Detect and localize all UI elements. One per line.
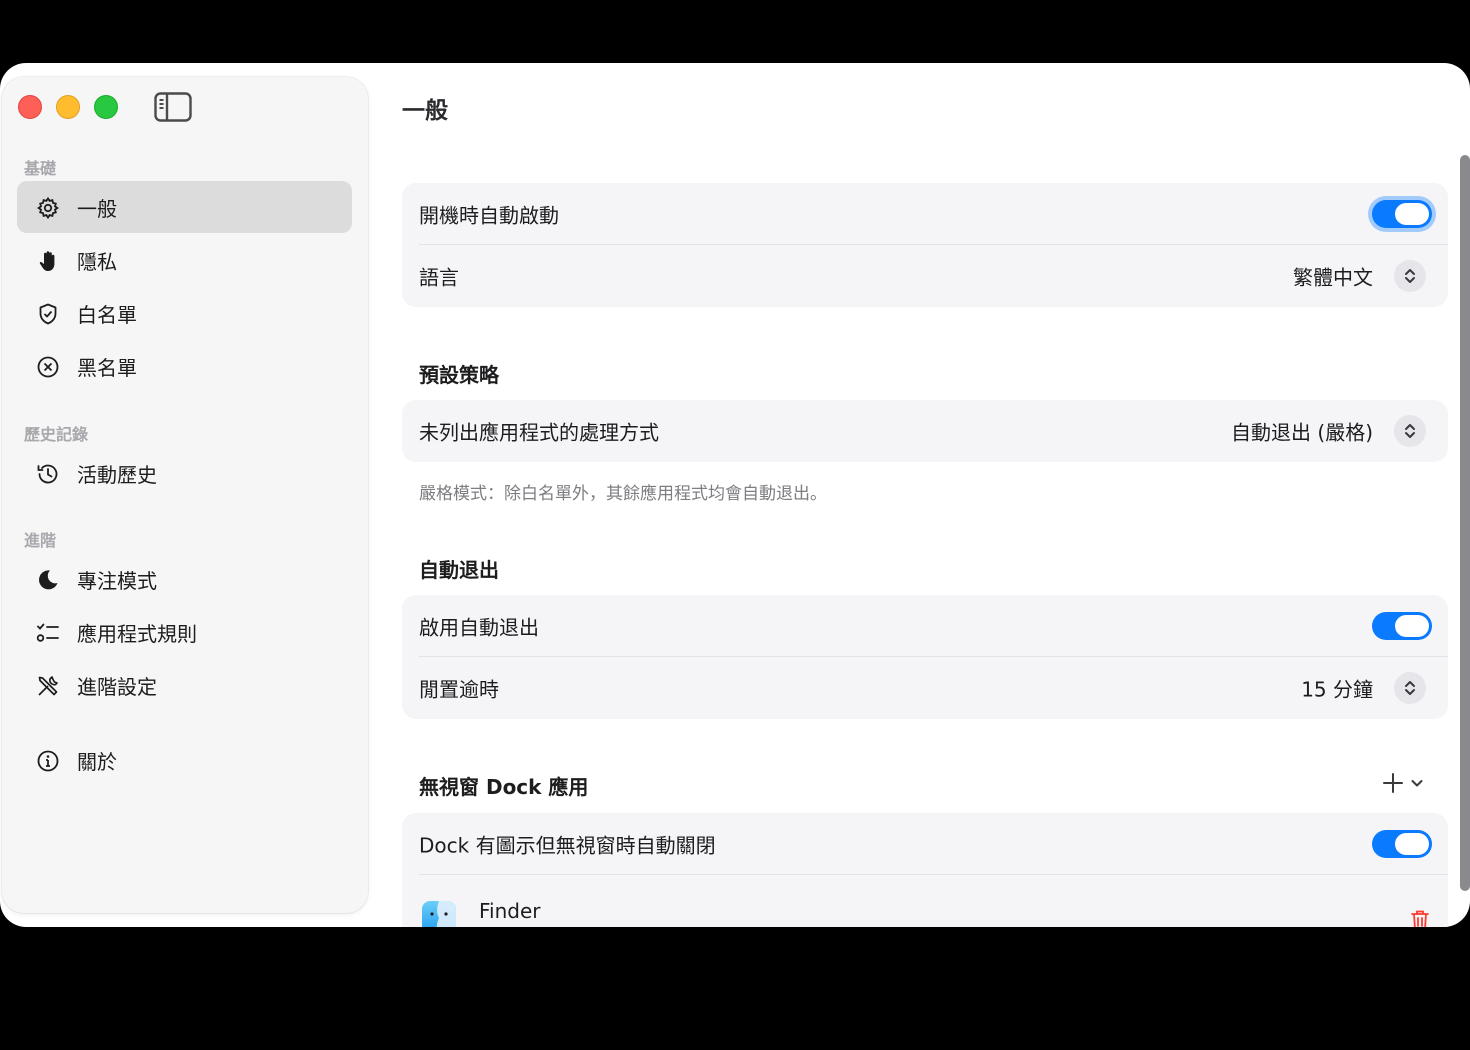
default-policy-card: 未列出應用程式的處理方式 自動退出 (嚴格) bbox=[402, 400, 1448, 462]
scrollbar[interactable] bbox=[1460, 155, 1470, 891]
page-title: 一般 bbox=[402, 98, 448, 124]
gear-icon bbox=[35, 195, 61, 221]
app-name-finder: Finder bbox=[479, 899, 541, 923]
chevron-up-down-icon bbox=[1405, 269, 1415, 283]
trash-icon[interactable] bbox=[1410, 909, 1430, 927]
enable-auto-quit-row: 啟用自動退出 bbox=[402, 595, 1448, 657]
sidebar-item-label: 一般 bbox=[77, 196, 117, 221]
launch-at-login-row: 開機時自動啟動 bbox=[402, 183, 1448, 245]
chevron-up-down-icon bbox=[1405, 681, 1415, 695]
auto-quit-card: 啟用自動退出 閒置逾時 15 分鐘 bbox=[402, 595, 1448, 719]
language-label: 語言 bbox=[419, 265, 459, 290]
sidebar-toggle-icon[interactable] bbox=[154, 92, 192, 122]
sidebar-item-label: 應用程式規則 bbox=[77, 621, 197, 646]
idle-timeout-popup-button[interactable] bbox=[1394, 672, 1426, 704]
language-popup-button[interactable] bbox=[1394, 260, 1426, 292]
language-value[interactable]: 繁體中文 bbox=[1293, 262, 1373, 291]
section-label-advanced: 進階 bbox=[24, 531, 57, 550]
info-circle-icon bbox=[35, 748, 61, 774]
section-label-basics: 基礎 bbox=[24, 159, 57, 178]
dock-auto-close-label: Dock 有圖示但無視窗時自動關閉 bbox=[419, 833, 716, 858]
sidebar-item-label: 進階設定 bbox=[77, 674, 157, 699]
idle-timeout-label: 閒置逾時 bbox=[419, 677, 499, 702]
sidebar-item-label: 關於 bbox=[77, 749, 117, 774]
close-window-button[interactable] bbox=[18, 95, 42, 119]
dock-auto-close-row: Dock 有圖示但無視窗時自動關閉 bbox=[402, 813, 1448, 875]
clock-history-icon bbox=[35, 461, 61, 487]
enable-auto-quit-toggle[interactable] bbox=[1372, 612, 1432, 640]
plus-icon bbox=[1383, 773, 1403, 793]
minimize-window-button[interactable] bbox=[56, 95, 80, 119]
sidebar-item-blacklist[interactable]: 黑名單 bbox=[17, 340, 352, 392]
shield-check-icon bbox=[35, 301, 61, 327]
unlisted-apps-row: 未列出應用程式的處理方式 自動退出 (嚴格) bbox=[402, 400, 1448, 462]
sidebar-item-label: 白名單 bbox=[77, 302, 137, 327]
launch-at-login-toggle[interactable] bbox=[1372, 200, 1432, 228]
sidebar-item-app-rules[interactable]: 應用程式規則 bbox=[17, 606, 352, 658]
sidebar-item-label: 隱私 bbox=[77, 249, 117, 274]
launch-at-login-label: 開機時自動啟動 bbox=[419, 203, 559, 228]
sidebar-item-whitelist[interactable]: 白名單 bbox=[17, 287, 352, 339]
sidebar: 基礎 一般 隱私 白名單 黑名單 歷史記錄 活動歷史 進階 專注模式 應用程式規… bbox=[2, 77, 368, 913]
sidebar-item-privacy[interactable]: 隱私 bbox=[17, 234, 352, 286]
idle-timeout-value[interactable]: 15 分鐘 bbox=[1301, 674, 1373, 703]
add-app-menu-button[interactable] bbox=[1382, 769, 1428, 797]
zoom-window-button[interactable] bbox=[94, 95, 118, 119]
sidebar-item-activity-history[interactable]: 活動歷史 bbox=[17, 447, 352, 499]
auto-quit-heading: 自動退出 bbox=[419, 558, 499, 582]
language-row: 語言 繁體中文 bbox=[402, 245, 1448, 307]
hand-icon bbox=[35, 248, 61, 274]
unlisted-apps-popup-button[interactable] bbox=[1394, 415, 1426, 447]
divider bbox=[419, 874, 1448, 875]
moon-icon bbox=[35, 567, 61, 593]
unlisted-apps-label: 未列出應用程式的處理方式 bbox=[419, 420, 659, 445]
section-label-history: 歷史記錄 bbox=[24, 425, 89, 444]
general-card: 開機時自動啟動 語言 繁體中文 bbox=[402, 183, 1448, 307]
finder-icon bbox=[422, 901, 456, 927]
windowless-dock-heading: 無視窗 Dock 應用 bbox=[419, 775, 589, 799]
sidebar-item-label: 黑名單 bbox=[77, 355, 137, 380]
strict-mode-footnote: 嚴格模式：除白名單外，其餘應用程式均會自動退出。 bbox=[419, 484, 827, 504]
enable-auto-quit-label: 啟用自動退出 bbox=[419, 615, 539, 640]
sidebar-item-about[interactable]: 關於 bbox=[17, 734, 352, 786]
sidebar-item-focus-mode[interactable]: 專注模式 bbox=[17, 553, 352, 605]
sidebar-item-label: 活動歷史 bbox=[77, 462, 157, 487]
dock-auto-close-toggle[interactable] bbox=[1372, 830, 1432, 858]
settings-window: 基礎 一般 隱私 白名單 黑名單 歷史記錄 活動歷史 進階 專注模式 應用程式規… bbox=[0, 63, 1470, 927]
idle-timeout-row: 閒置逾時 15 分鐘 bbox=[402, 657, 1448, 719]
windowless-dock-card: Dock 有圖示但無視窗時自動關閉 bbox=[402, 813, 1448, 927]
tools-icon bbox=[35, 673, 61, 699]
sidebar-item-label: 專注模式 bbox=[77, 568, 157, 593]
chevron-down-icon bbox=[1411, 780, 1423, 787]
checklist-icon bbox=[35, 620, 61, 646]
default-policy-heading: 預設策略 bbox=[419, 363, 499, 387]
sidebar-item-general[interactable]: 一般 bbox=[17, 181, 352, 233]
sidebar-item-advanced-settings[interactable]: 進階設定 bbox=[17, 659, 352, 711]
unlisted-apps-value[interactable]: 自動退出 (嚴格) bbox=[1231, 417, 1373, 446]
chevron-up-down-icon bbox=[1405, 424, 1415, 438]
xmark-circle-icon bbox=[35, 354, 61, 380]
